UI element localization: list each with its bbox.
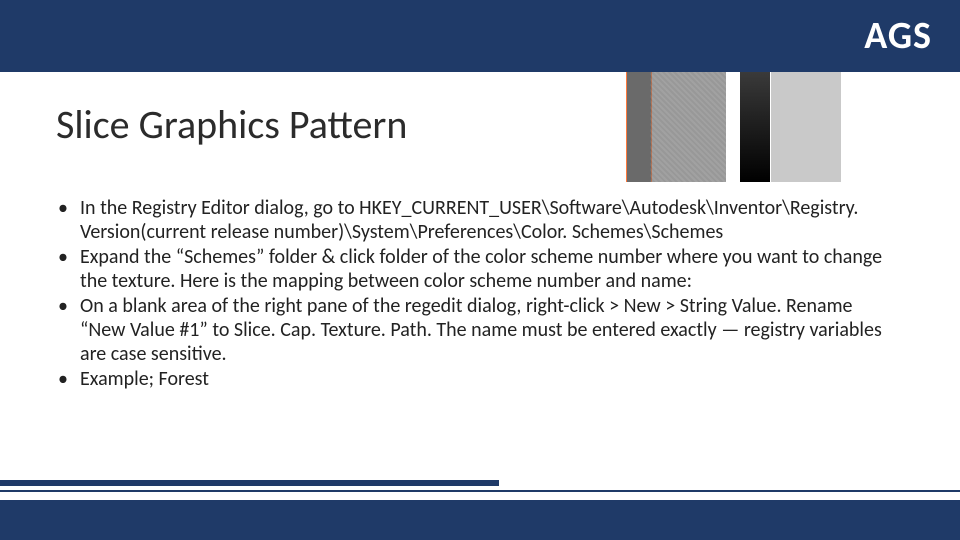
bullet-item: On a blank area of the right pane of the… <box>56 295 886 366</box>
header-bar: AGS <box>0 0 960 72</box>
footer-block <box>0 500 960 540</box>
slice-texture-thumbnail-2 <box>740 72 840 182</box>
footer-stripe <box>0 480 499 486</box>
bullet-item: Expand the “Schemes” folder & click fold… <box>56 246 886 293</box>
brand-label: AGS <box>864 13 932 59</box>
footer-stripe <box>0 490 960 492</box>
bullet-item: In the Registry Editor dialog, go to HKE… <box>56 197 886 244</box>
slice-texture-thumbnail-1 <box>626 72 726 182</box>
bullet-list: In the Registry Editor dialog, go to HKE… <box>56 197 886 392</box>
footer-decoration <box>0 480 960 540</box>
slide-content: Slice Graphics Pattern In the Registry E… <box>0 72 960 392</box>
bullet-item: Example; Forest <box>56 368 886 392</box>
illustration-group <box>626 72 840 182</box>
